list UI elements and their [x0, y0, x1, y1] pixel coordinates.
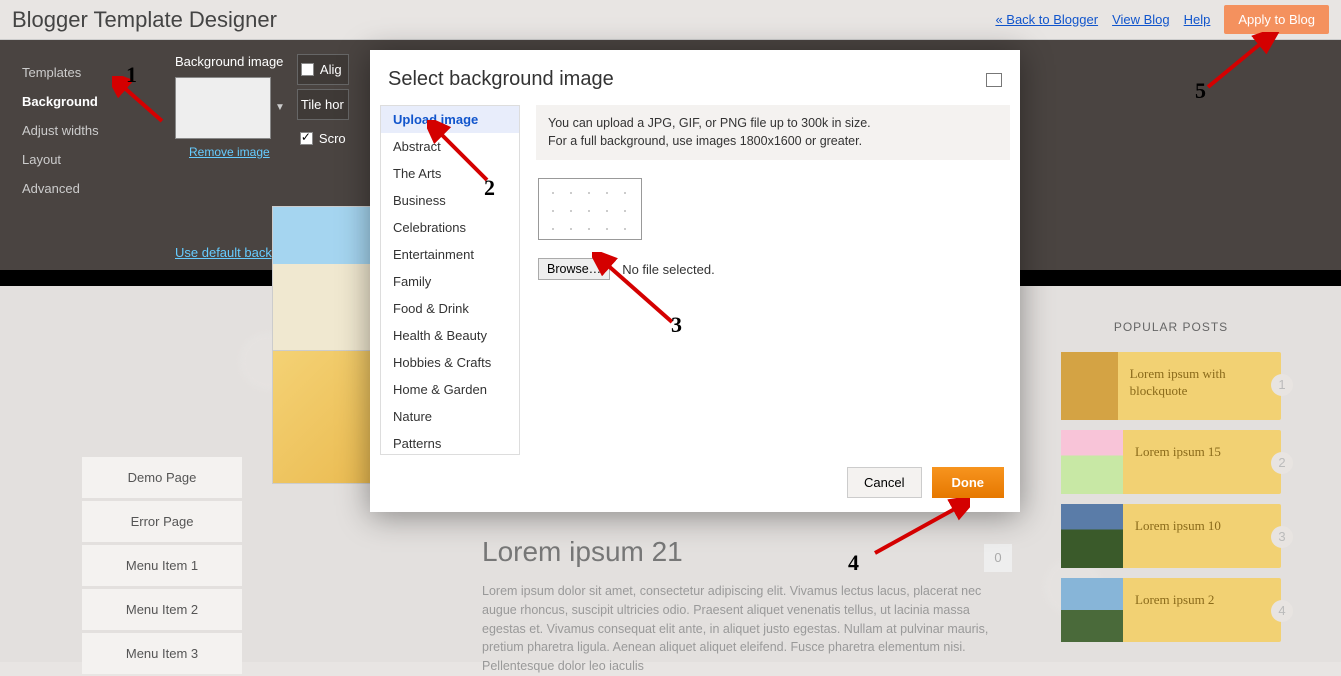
category-item[interactable]: Entertainment [381, 241, 519, 268]
done-button[interactable]: Done [932, 467, 1005, 498]
rank-badge: 1 [1271, 374, 1293, 396]
background-image-title: Background image [175, 54, 285, 69]
arrow-icon [1200, 32, 1280, 92]
remove-image-link[interactable]: Remove image [189, 145, 285, 159]
popular-posts-title: POPULAR POSTS [1061, 320, 1281, 334]
arrow-icon [112, 76, 172, 126]
upload-instructions: You can upload a JPG, GIF, or PNG file u… [536, 105, 1010, 160]
checkbox-icon[interactable] [300, 132, 313, 145]
help-link[interactable]: Help [1184, 12, 1211, 27]
popular-posts-widget: POPULAR POSTS Lorem ipsum with blockquot… [1061, 320, 1281, 652]
modal-title: Select background image [388, 68, 986, 91]
rank-badge: 3 [1271, 526, 1293, 548]
sidebar-item-layout[interactable]: Layout [22, 145, 165, 174]
popular-post-item[interactable]: Lorem ipsum with blockquote1 [1061, 352, 1281, 420]
category-item[interactable]: Patterns [381, 430, 519, 455]
annotation-number: 3 [671, 312, 682, 338]
annotation-number: 2 [484, 175, 495, 201]
comment-count-badge[interactable]: 0 [984, 544, 1012, 572]
modal-header: Select background image [370, 50, 1020, 105]
alignment-option[interactable]: Alig [297, 54, 349, 85]
rank-badge: 2 [1271, 452, 1293, 474]
arrow-icon [592, 252, 682, 332]
arrow-icon [870, 498, 970, 558]
popular-post-item[interactable]: Lorem ipsum 152 [1061, 430, 1281, 494]
tile-option[interactable]: Tile hor [297, 89, 349, 120]
category-item[interactable]: Business [381, 187, 519, 214]
annotation-number: 1 [126, 62, 137, 88]
background-thumbnail[interactable] [175, 77, 271, 139]
thumbnail-icon [1061, 352, 1118, 420]
apply-to-blog-button[interactable]: Apply to Blog [1224, 5, 1329, 34]
thumbnail-icon [1061, 578, 1123, 642]
category-item[interactable]: Family [381, 268, 519, 295]
popular-post-item[interactable]: Lorem ipsum 103 [1061, 504, 1281, 568]
annotation-number: 5 [1195, 78, 1206, 104]
top-bar: Blogger Template Designer « Back to Blog… [0, 0, 1341, 40]
thumbnail-icon [1061, 430, 1123, 494]
back-to-blogger-link[interactable]: « Back to Blogger [995, 12, 1098, 27]
annotation-number: 4 [848, 550, 859, 576]
sidebar-item-advanced[interactable]: Advanced [22, 174, 165, 203]
category-item[interactable]: Food & Drink [381, 295, 519, 322]
maximize-icon[interactable] [986, 73, 1002, 87]
category-item[interactable]: Nature [381, 403, 519, 430]
chevron-down-icon[interactable]: ▼ [275, 102, 285, 113]
rank-badge: 4 [1271, 600, 1293, 622]
scroll-option[interactable]: Scro [297, 124, 349, 153]
sidebar: Templates Background Adjust widths Layou… [0, 40, 165, 270]
modal-footer: Cancel Done [847, 467, 1004, 498]
category-item[interactable]: Health & Beauty [381, 322, 519, 349]
view-blog-link[interactable]: View Blog [1112, 12, 1170, 27]
category-item[interactable]: Home & Garden [381, 376, 519, 403]
checkbox-icon[interactable] [301, 63, 314, 76]
app-title: Blogger Template Designer [12, 7, 995, 33]
thumbnail-icon [1061, 504, 1123, 568]
category-item[interactable]: Celebrations [381, 214, 519, 241]
popular-post-item[interactable]: Lorem ipsum 24 [1061, 578, 1281, 642]
category-item[interactable]: Hobbies & Crafts [381, 349, 519, 376]
top-links: « Back to Blogger View Blog Help Apply t… [995, 5, 1329, 34]
background-preview-swatch [538, 178, 642, 240]
background-image-section: Background image ▼ Remove image [165, 40, 285, 270]
cancel-button[interactable]: Cancel [847, 467, 921, 498]
